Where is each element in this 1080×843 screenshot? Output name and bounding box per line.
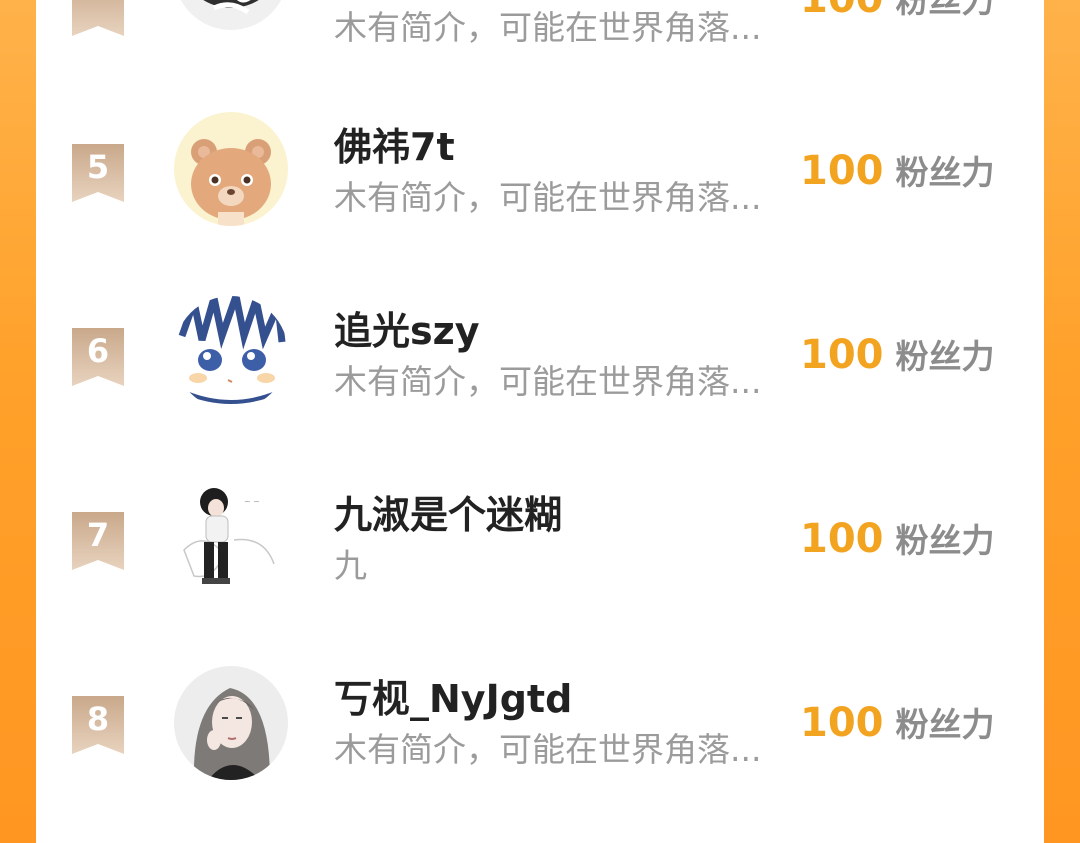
ranking-row[interactable]: 木有简介，可能在世界角落... 100 粉丝力	[36, 0, 1044, 60]
ranking-screen: 木有简介，可能在世界角落... 100 粉丝力 5	[0, 0, 1080, 843]
fan-power-score: 100 粉丝力	[800, 148, 995, 202]
girl-sketch-avatar[interactable]: ~ ~	[174, 480, 288, 594]
user-bio: 木有简介，可能在世界角落...	[334, 178, 762, 217]
score-value: 100	[800, 700, 884, 746]
rank-ribbon-icon: 8	[72, 696, 124, 754]
score-value: 100	[800, 516, 884, 562]
rank-ribbon-icon: 6	[72, 328, 124, 386]
user-name[interactable]: 追光szy	[334, 308, 480, 354]
user-name[interactable]: 丂枧_NyJgtd	[334, 676, 572, 722]
score-value: 100	[800, 148, 884, 194]
ranking-row[interactable]: 8 丂枧_NyJgtd 木有简介，可能在世界角落... 100 粉丝力	[36, 636, 1044, 820]
user-name[interactable]: 佛祎7t	[334, 124, 455, 170]
user-name[interactable]: 九淑是个迷糊	[334, 492, 562, 538]
rank-number: 6	[86, 332, 110, 370]
fan-power-score: 100 粉丝力	[800, 0, 995, 30]
score-value: 100	[800, 0, 884, 22]
ranking-row[interactable]: 6 追光szy 木有简介，可能在世界角落... 100 粉丝力	[36, 268, 1044, 452]
user-bio: 木有简介，可能在世界角落...	[334, 730, 762, 769]
user-bio: 九	[334, 546, 367, 585]
fan-power-score: 100 粉丝力	[800, 516, 995, 570]
fan-power-score: 100 粉丝力	[800, 332, 995, 386]
user-bio: 木有简介，可能在世界角落...	[334, 8, 762, 47]
anime-face-avatar[interactable]	[174, 296, 288, 410]
woman-portrait-avatar[interactable]	[174, 666, 288, 780]
score-unit: 粉丝力	[895, 153, 995, 192]
rank-number: 5	[86, 148, 110, 186]
rank-number: 7	[86, 516, 110, 554]
score-value: 100	[800, 332, 884, 378]
bear-avatar[interactable]	[174, 112, 288, 226]
fan-power-score: 100 粉丝力	[800, 700, 995, 754]
rank-ribbon-icon: 5	[72, 144, 124, 202]
ranking-row[interactable]: 7 ~ ~ 九淑是个迷糊 九 100 粉丝力	[36, 452, 1044, 636]
ranking-list-panel: 木有简介，可能在世界角落... 100 粉丝力 5	[36, 0, 1044, 843]
score-unit: 粉丝力	[895, 705, 995, 744]
rank-ribbon-icon	[72, 0, 124, 36]
score-unit: 粉丝力	[895, 521, 995, 560]
ranking-row[interactable]: 5 佛祎7t 木有简介，可能在世界角落... 100 粉丝力	[36, 84, 1044, 268]
user-bio: 木有简介，可能在世界角落...	[334, 362, 762, 401]
rank-ribbon-icon: 7	[72, 512, 124, 570]
score-unit: 粉丝力	[895, 0, 995, 20]
svg-text:~ ~: ~ ~	[244, 497, 260, 506]
dark-sketch-avatar[interactable]	[174, 0, 288, 30]
score-unit: 粉丝力	[895, 337, 995, 376]
rank-number: 8	[86, 700, 110, 738]
